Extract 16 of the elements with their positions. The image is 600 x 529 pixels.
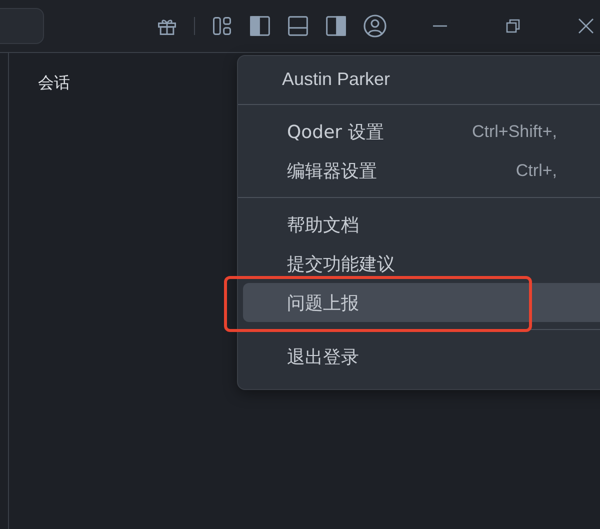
menu-item[interactable]: Qoder 设置 Ctrl+Shift+, [243, 112, 600, 151]
account-icon[interactable] [363, 14, 387, 38]
restore-icon[interactable] [505, 18, 521, 34]
bottom-panel-icon[interactable] [287, 15, 309, 37]
sidebar-title: 会话 [38, 73, 70, 92]
menu-item[interactable]: 问题上报 [243, 283, 600, 322]
close-icon[interactable] [578, 18, 594, 34]
menu-item[interactable]: 退出登录 [243, 337, 600, 376]
menu-item[interactable]: 提交功能建议 [243, 244, 600, 283]
user-name: Austin Parker [281, 68, 392, 91]
right-panel-icon[interactable] [325, 15, 347, 37]
left-panel-icon[interactable] [249, 15, 271, 37]
menu-item[interactable]: 帮助文档 [243, 205, 600, 244]
menu-item[interactable]: 编辑器设置 Ctrl+, [243, 151, 600, 190]
layout-icon[interactable] [211, 15, 233, 37]
search-field[interactable] [0, 8, 44, 44]
